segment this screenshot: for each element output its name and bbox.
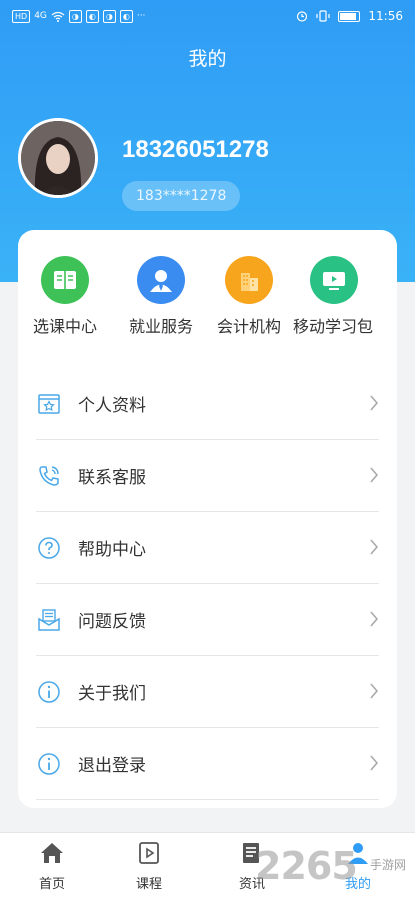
chevron-right-icon [370, 755, 379, 771]
page-title: 我的 [188, 48, 227, 70]
quick-actions: 选课中心 就业服务 会计机构 移动学习包 [18, 256, 397, 366]
video-icon [310, 256, 358, 304]
hd-badge: HD [12, 9, 31, 23]
info-icon [36, 751, 62, 777]
quick-action-mobile-learning[interactable]: 移动学习包 [290, 256, 390, 338]
tab-label: 首页 [38, 877, 65, 892]
course-icon [139, 842, 159, 864]
menu-item-label: 退出登录 [78, 756, 146, 776]
mail-icon [36, 607, 62, 633]
book-icon [41, 256, 89, 304]
menu-item-feedback[interactable]: 问题反馈 [36, 584, 379, 656]
more-icon: ··· [136, 11, 146, 21]
clock: 11:56 [368, 9, 403, 23]
watermark-number: 2265 [255, 844, 358, 888]
quick-action-label: 就业服务 [128, 317, 193, 336]
avatar-photo-icon [21, 121, 95, 195]
menu-item-profile[interactable]: 个人资料 [36, 368, 379, 440]
menu-item-label: 关于我们 [78, 684, 146, 704]
menu-item-customer-service[interactable]: 联系客服 [36, 440, 379, 512]
quick-action-course-center[interactable]: 选课中心 [20, 256, 110, 338]
status-icons-right: 11:56 [296, 9, 403, 23]
chevron-right-icon [370, 539, 379, 555]
menu-item-label: 联系客服 [78, 468, 146, 488]
menu-item-label: 个人资料 [78, 396, 146, 416]
chevron-right-icon [370, 395, 379, 411]
avatar[interactable] [18, 118, 98, 198]
menu-item-label: 帮助中心 [78, 540, 146, 560]
status-icons-left: HD 4G ◑ ◐ ◑ ◐ ··· [12, 9, 146, 23]
menu-list: 个人资料 联系客服 帮助中心 问题反馈 关于我们 退出登录 [36, 368, 379, 800]
chevron-right-icon [370, 683, 379, 699]
phone-icon [36, 463, 62, 489]
wifi-icon [51, 11, 65, 22]
vibrate-icon [316, 10, 331, 22]
quick-action-employment[interactable]: 就业服务 [116, 256, 206, 338]
quick-action-label: 会计机构 [216, 317, 281, 336]
question-icon [36, 535, 62, 561]
quick-action-label: 移动学习包 [293, 317, 374, 336]
tab-home[interactable]: 首页 [17, 841, 87, 892]
chevron-right-icon [370, 611, 379, 627]
status-bar: HD 4G ◑ ◐ ◑ ◐ ··· 11:56 [0, 0, 415, 32]
app-icon: ◑ [102, 9, 116, 23]
watermark-text: 手游网 [370, 858, 407, 872]
quick-action-label: 选课中心 [32, 317, 97, 336]
info-icon [36, 679, 62, 705]
quick-action-accounting-org[interactable]: 会计机构 [204, 256, 294, 338]
menu-item-label: 问题反馈 [78, 612, 146, 632]
home-icon [41, 843, 63, 863]
battery-icon [338, 10, 361, 22]
menu-item-about-us[interactable]: 关于我们 [36, 656, 379, 728]
profile-card-icon [36, 391, 62, 417]
menu-item-help-center[interactable]: 帮助中心 [36, 512, 379, 584]
building-icon [225, 256, 273, 304]
profile-card: 选课中心 就业服务 会计机构 移动学习包 个人资料 联系客服 帮助中心 问题反馈… [18, 230, 397, 808]
tab-label: 课程 [135, 877, 162, 892]
tab-course[interactable]: 课程 [114, 841, 184, 892]
masked-phone-badge: 183****1278 [122, 181, 241, 211]
menu-item-logout[interactable]: 退出登录 [36, 728, 379, 800]
app-icon: ◐ [119, 9, 133, 23]
user-icon [137, 256, 185, 304]
chevron-right-icon [370, 467, 379, 483]
profile-phone: 18326051278 [122, 136, 269, 163]
app-icon: ◐ [85, 9, 99, 23]
app-icon: ◑ [68, 9, 82, 23]
alarm-icon [297, 11, 308, 22]
signal-icon: 4G [34, 11, 47, 21]
